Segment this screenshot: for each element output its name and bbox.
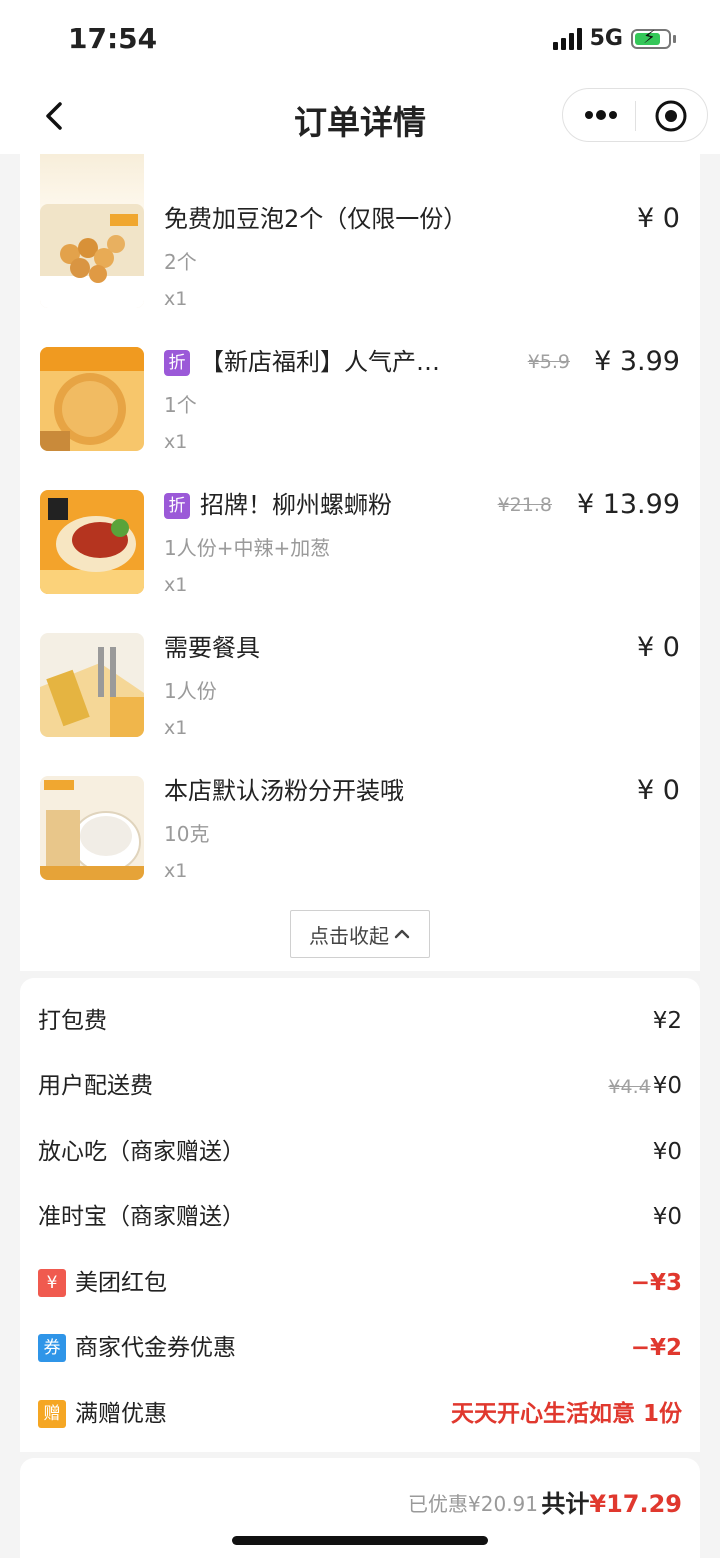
network-type: 5G: [589, 26, 623, 51]
list-item[interactable]: 折【新店福利】人气产… 1个 x1 ¥5.9 ¥ 3.99: [20, 347, 700, 467]
collapse-button[interactable]: 点击收起: [290, 910, 430, 958]
fee-value: ¥0: [652, 1139, 682, 1165]
discount-label: 商家代金券优惠: [75, 1335, 236, 1361]
fee-row-delivery: 用户配送费 ¥4.4¥0: [38, 1066, 682, 1106]
gift-icon: 赠: [38, 1400, 66, 1428]
mini-program-capsule: [562, 88, 708, 142]
discount-value: 天天开心生活如意 1份: [450, 1401, 682, 1427]
chevron-up-icon: [394, 929, 410, 939]
close-mini-program-icon[interactable]: [653, 98, 689, 134]
more-icon[interactable]: [581, 98, 621, 132]
discount-label: 满赠优惠: [75, 1401, 167, 1427]
fee-row-safe-eat[interactable]: 放心吃（商家赠送） ¥0: [38, 1132, 682, 1172]
total-amount: ¥17.29: [589, 1490, 682, 1518]
red-packet-icon: ¥: [38, 1269, 66, 1297]
item-name: 折招牌！柳州螺蛳粉: [164, 490, 392, 520]
item-qty: x1: [164, 431, 188, 453]
order-items-card: x1 免费加豆泡2个（仅限一份） 2个 x1 ¥ 0: [20, 154, 700, 971]
battery-cap: [673, 34, 676, 43]
fee-label: 用户配送费: [38, 1073, 153, 1099]
item-name: 折【新店福利】人气产…: [164, 347, 440, 377]
item-name: 本店默认汤粉分开装哦: [164, 777, 404, 805]
status-bar: 17:54 5G ⚡: [0, 0, 720, 78]
voucher-icon: 券: [38, 1334, 66, 1362]
signal-icon: [552, 27, 582, 50]
item-thumbnail: [40, 490, 144, 594]
item-spec: 1人份: [164, 679, 217, 703]
item-qty: x1: [164, 860, 188, 882]
item-price: ¥ 0: [637, 775, 680, 806]
home-indicator: [232, 1536, 488, 1545]
discount-row-gift: 赠 满赠优惠 天天开心生活如意 1份: [38, 1394, 682, 1434]
item-original-price: ¥5.9: [527, 351, 570, 373]
item-name-text: 【新店福利】人气产…: [200, 348, 440, 376]
item-spec: 1人份+中辣+加葱: [164, 536, 331, 560]
item-price: ¥ 3.99: [594, 346, 680, 377]
discount-label: 美团红包: [75, 1270, 167, 1296]
capsule-divider: [635, 101, 636, 131]
item-name: 免费加豆泡2个（仅限一份）: [164, 205, 468, 233]
nav-bar: 订单详情: [0, 78, 720, 154]
item-thumbnail: [40, 633, 144, 737]
total-label: 共计: [541, 1490, 590, 1518]
status-time: 17:54: [68, 22, 158, 55]
discount-tag: 折: [164, 493, 190, 519]
item-qty: x1: [164, 717, 188, 739]
item-spec: 10克: [164, 822, 210, 846]
total-amount-group: 共计¥17.29: [541, 1484, 682, 1519]
item-thumbnail: [40, 776, 144, 880]
fee-row-on-time[interactable]: 准时宝（商家赠送） ¥0: [38, 1197, 682, 1237]
fee-label: 打包费: [38, 1008, 107, 1034]
list-item[interactable]: 免费加豆泡2个（仅限一份） 2个 x1 ¥ 0: [20, 204, 700, 324]
discount-row-voucher: 券 商家代金券优惠 −¥2: [38, 1328, 682, 1368]
discount-value: −¥3: [630, 1270, 682, 1296]
item-price: ¥ 0: [637, 203, 680, 234]
item-thumbnail: [40, 347, 144, 451]
discount-tag: 折: [164, 350, 190, 376]
status-indicators: 5G ⚡: [552, 26, 676, 51]
list-item[interactable]: 本店默认汤粉分开装哦 10克 x1 ¥ 0: [20, 776, 700, 896]
fee-value: ¥0: [652, 1073, 682, 1099]
item-spec: 2个: [164, 250, 197, 274]
list-item[interactable]: 折招牌！柳州螺蛳粉 1人份+中辣+加葱 x1 ¥21.8 ¥ 13.99: [20, 490, 700, 610]
fee-label: 准时宝（商家赠送）: [38, 1204, 245, 1230]
item-original-price: ¥21.8: [497, 494, 552, 516]
fee-value-group: ¥4.4¥0: [608, 1066, 682, 1107]
fee-value: ¥2: [652, 1008, 682, 1034]
battery-icon: ⚡: [631, 27, 671, 49]
item-qty: x1: [164, 288, 188, 310]
list-item-partial: x1: [20, 154, 700, 218]
list-item[interactable]: 需要餐具 1人份 x1 ¥ 0: [20, 633, 700, 753]
item-spec: 1个: [164, 393, 197, 417]
item-thumbnail: [40, 204, 144, 308]
fee-value: ¥0: [652, 1204, 682, 1230]
item-name: 需要餐具: [164, 634, 260, 662]
fee-row-packing: 打包费 ¥2: [38, 1001, 682, 1041]
total-saved: 已优惠¥20.91: [408, 1492, 538, 1516]
fees-card: 打包费 ¥2 用户配送费 ¥4.4¥0 放心吃（商家赠送） ¥0 准时宝（商家赠…: [20, 978, 700, 1452]
item-name-text: 招牌！柳州螺蛳粉: [200, 491, 392, 519]
fee-original: ¥4.4: [608, 1076, 651, 1098]
fee-label: 放心吃（商家赠送）: [38, 1139, 245, 1165]
discount-row-red-packet: ¥ 美团红包 −¥3: [38, 1263, 682, 1303]
collapse-label: 点击收起: [309, 923, 389, 948]
item-qty: x1: [164, 154, 187, 158]
discount-value: −¥2: [630, 1335, 682, 1361]
item-qty: x1: [164, 574, 188, 596]
item-price: ¥ 0: [637, 632, 680, 663]
item-price: ¥ 13.99: [576, 489, 680, 520]
